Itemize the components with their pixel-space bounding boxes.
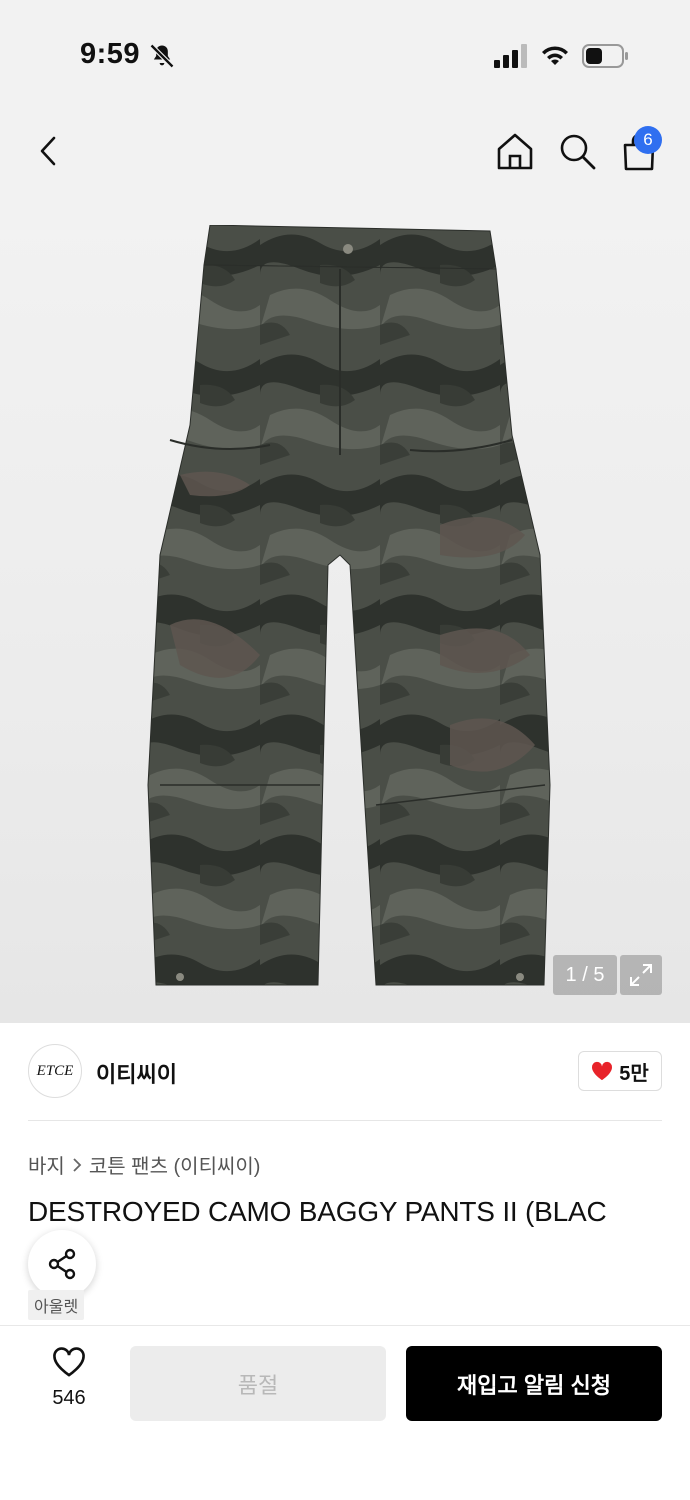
battery-icon [582,44,628,68]
bottom-action-bar: 546 품절 재입고 알림 신청 [0,1325,690,1500]
product-image [147,225,551,986]
product-title: DESTROYED CAMO BAGGY PANTS II (BLAC [28,1196,607,1227]
expand-image-button[interactable] [620,955,662,995]
breadcrumb: 바지 코튼 팬츠 (이티씨이) [28,1150,260,1179]
expand-icon [630,964,652,986]
wifi-icon [542,46,568,65]
breadcrumb-category[interactable]: 바지 [28,1150,65,1179]
cart-count-badge: 6 [634,126,662,154]
brand-logo[interactable]: ETCE [28,1044,82,1098]
cellular-signal-icon [494,44,527,68]
wishlist-count: 546 [52,1387,86,1409]
share-button[interactable] [28,1230,96,1298]
divider [28,1120,662,1121]
back-button[interactable] [26,128,72,174]
product-image-carousel[interactable]: 1 / 5 [0,195,690,1023]
bell-muted-icon [149,43,175,69]
chevron-left-icon [40,136,56,166]
soldout-button: 품절 [130,1346,386,1421]
brand-name[interactable]: 이티씨이 [96,1057,177,1089]
breadcrumb-subcategory[interactable]: 코튼 팬츠 (이티씨이) [89,1150,261,1179]
brand-like-count: 5만 [619,1062,649,1085]
heart-filled-icon [592,1061,613,1081]
search-button[interactable] [554,128,600,174]
outlet-tag: 아울렛 [28,1290,85,1320]
home-icon [497,133,533,170]
share-icon [48,1248,76,1280]
brand-row[interactable]: ETCE 이티씨이 5만 [0,1023,690,1120]
restock-alert-button[interactable]: 재입고 알림 신청 [406,1346,662,1421]
status-time: 9:59 [80,38,141,70]
status-bar: 9:59 [0,0,690,110]
heart-outline-icon [53,1347,85,1377]
brand-like-button[interactable]: 5만 [578,1051,662,1091]
home-button[interactable] [492,128,538,174]
wishlist-button[interactable]: 546 [36,1346,102,1410]
search-icon [560,134,596,170]
image-counter: 1 / 5 [553,955,617,995]
chevron-right-icon [73,1157,82,1172]
top-nav [0,110,690,195]
